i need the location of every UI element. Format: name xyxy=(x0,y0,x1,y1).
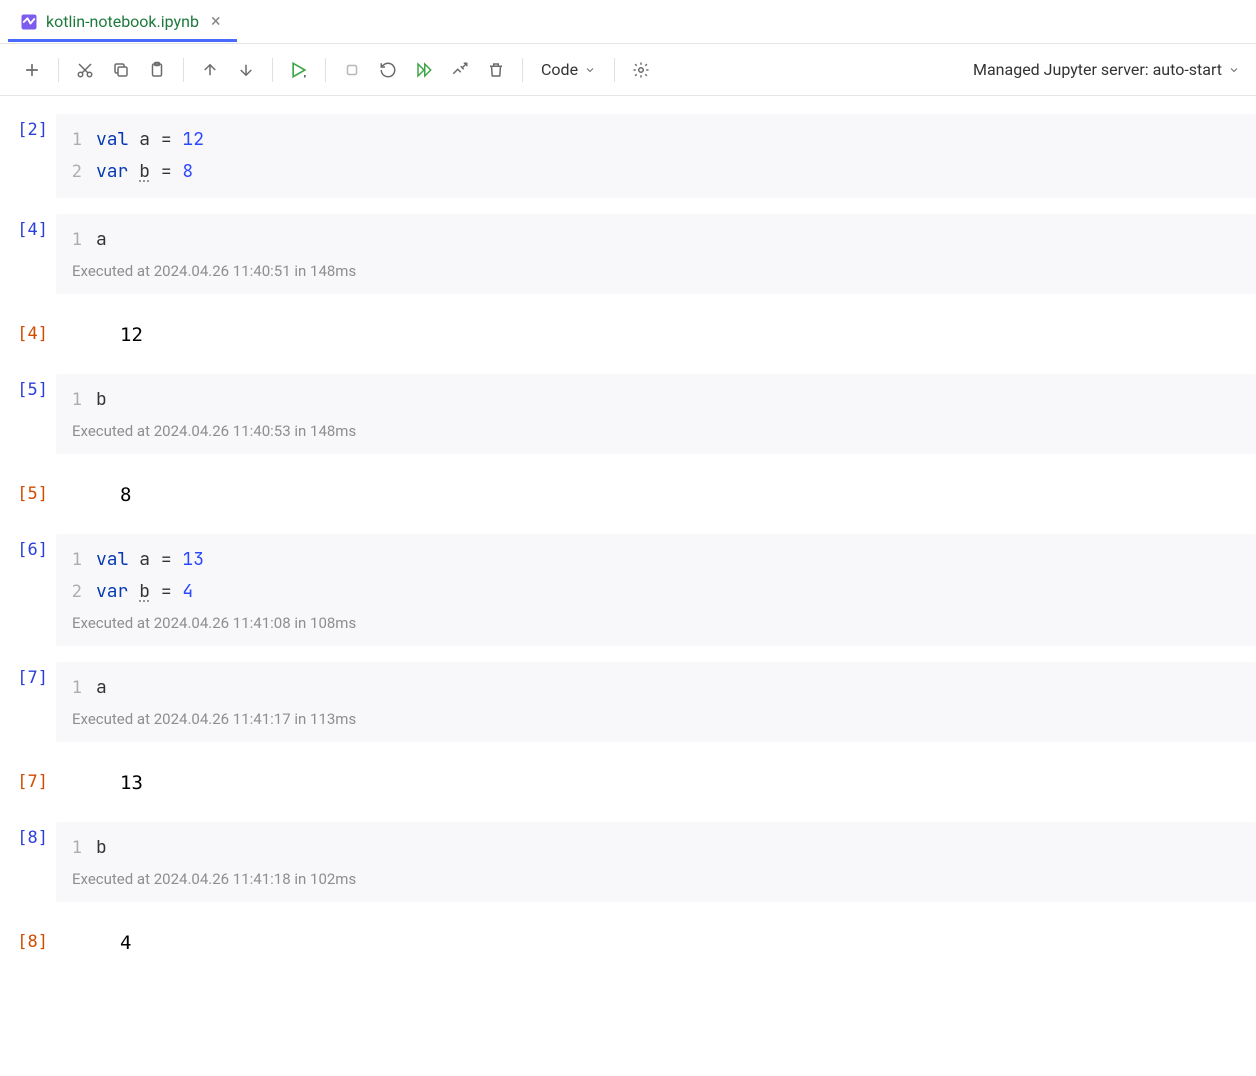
cell-body[interactable]: 1bExecuted at 2024.04.26 11:41:18 in 102… xyxy=(56,822,1256,902)
execution-metadata: Executed at 2024.04.26 11:40:51 in 148ms xyxy=(56,256,1256,284)
tab-kotlin-notebook[interactable]: kotlin-notebook.ipynb × xyxy=(8,2,237,41)
cell-body[interactable]: 1val a = 122var b = 8 xyxy=(56,114,1256,198)
line-number: 1 xyxy=(56,544,96,576)
cell-body[interactable]: 1val a = 132var b = 4Executed at 2024.04… xyxy=(56,534,1256,646)
separator xyxy=(522,58,523,82)
execution-metadata: Executed at 2024.04.26 11:41:17 in 113ms xyxy=(56,704,1256,732)
toolbar: Code Managed Jupyter server: auto-start xyxy=(0,44,1256,96)
output-value: 4 xyxy=(88,928,1240,954)
notebook-file-icon xyxy=(20,13,38,31)
line-number: 1 xyxy=(56,832,96,864)
tab-active-indicator xyxy=(8,39,237,42)
code-line[interactable]: 1b xyxy=(56,384,1256,416)
cell-body[interactable]: 1aExecuted at 2024.04.26 11:40:51 in 148… xyxy=(56,214,1256,294)
output-row: [8] 4 xyxy=(0,918,1256,964)
chevron-down-icon xyxy=(584,64,596,76)
input-prompt: [4] xyxy=(0,214,56,240)
input-prompt: [8] xyxy=(0,822,56,848)
separator xyxy=(325,58,326,82)
line-number: 1 xyxy=(56,672,96,704)
move-down-button[interactable] xyxy=(230,54,262,86)
restart-button[interactable] xyxy=(372,54,404,86)
code-cell[interactable]: [2]1val a = 122var b = 8 xyxy=(0,114,1256,198)
code-cell[interactable]: [4]1aExecuted at 2024.04.26 11:40:51 in … xyxy=(0,214,1256,294)
separator xyxy=(183,58,184,82)
code-content[interactable]: b xyxy=(96,384,1256,416)
cell-body[interactable]: 1aExecuted at 2024.04.26 11:41:17 in 113… xyxy=(56,662,1256,742)
code-content[interactable]: val a = 12 xyxy=(96,124,1256,156)
code-cell[interactable]: [6]1val a = 132var b = 4Executed at 2024… xyxy=(0,534,1256,646)
output-prompt: [5] xyxy=(0,470,56,504)
output-prompt: [7] xyxy=(0,758,56,792)
code-content[interactable]: a xyxy=(96,224,1256,256)
code-cell[interactable]: [5]1bExecuted at 2024.04.26 11:40:53 in … xyxy=(0,374,1256,454)
line-number: 1 xyxy=(56,224,96,256)
tab-bar: kotlin-notebook.ipynb × xyxy=(0,0,1256,44)
line-number: 2 xyxy=(56,576,96,608)
stop-button[interactable] xyxy=(336,54,368,86)
line-number: 1 xyxy=(56,384,96,416)
clear-outputs-button[interactable] xyxy=(444,54,476,86)
line-number: 1 xyxy=(56,124,96,156)
separator xyxy=(614,58,615,82)
code-cell[interactable]: [8]1bExecuted at 2024.04.26 11:41:18 in … xyxy=(0,822,1256,902)
code-line[interactable]: 2var b = 8 xyxy=(56,156,1256,188)
output-value: 8 xyxy=(88,480,1240,506)
code-content[interactable]: var b = 8 xyxy=(96,156,1256,188)
code-line[interactable]: 2var b = 4 xyxy=(56,576,1256,608)
separator xyxy=(58,58,59,82)
line-number: 2 xyxy=(56,156,96,188)
chevron-down-icon xyxy=(1228,64,1240,76)
run-all-button[interactable] xyxy=(408,54,440,86)
output-prompt: [8] xyxy=(0,918,56,952)
input-prompt: [5] xyxy=(0,374,56,400)
output-row: [4] 12 xyxy=(0,310,1256,356)
cell-type-select[interactable]: Code xyxy=(533,60,604,79)
code-line[interactable]: 1val a = 13 xyxy=(56,544,1256,576)
code-content[interactable]: b xyxy=(96,832,1256,864)
close-icon[interactable]: × xyxy=(207,13,225,31)
code-cell[interactable]: [7]1aExecuted at 2024.04.26 11:41:17 in … xyxy=(0,662,1256,742)
input-prompt: [7] xyxy=(0,662,56,688)
server-selector[interactable]: Managed Jupyter server: auto-start xyxy=(973,60,1240,79)
separator xyxy=(272,58,273,82)
input-prompt: [6] xyxy=(0,534,56,560)
code-line[interactable]: 1b xyxy=(56,832,1256,864)
code-line[interactable]: 1val a = 12 xyxy=(56,124,1256,156)
output-row: [7] 13 xyxy=(0,758,1256,804)
delete-cell-button[interactable] xyxy=(480,54,512,86)
code-line[interactable]: 1a xyxy=(56,224,1256,256)
code-content[interactable]: val a = 13 xyxy=(96,544,1256,576)
run-cell-button[interactable] xyxy=(283,54,315,86)
execution-metadata: Executed at 2024.04.26 11:41:18 in 102ms xyxy=(56,864,1256,892)
cut-button[interactable] xyxy=(69,54,101,86)
cell-type-label: Code xyxy=(541,60,578,79)
output-prompt: [4] xyxy=(0,310,56,344)
input-prompt: [2] xyxy=(0,114,56,140)
copy-button[interactable] xyxy=(105,54,137,86)
paste-button[interactable] xyxy=(141,54,173,86)
code-content[interactable]: a xyxy=(96,672,1256,704)
notebook-area: [2]1val a = 122var b = 8[4]1aExecuted at… xyxy=(0,96,1256,964)
output-value: 12 xyxy=(88,320,1240,346)
move-up-button[interactable] xyxy=(194,54,226,86)
execution-metadata: Executed at 2024.04.26 11:41:08 in 108ms xyxy=(56,608,1256,636)
settings-button[interactable] xyxy=(625,54,657,86)
cell-body[interactable]: 1bExecuted at 2024.04.26 11:40:53 in 148… xyxy=(56,374,1256,454)
execution-metadata: Executed at 2024.04.26 11:40:53 in 148ms xyxy=(56,416,1256,444)
output-row: [5] 8 xyxy=(0,470,1256,516)
code-line[interactable]: 1a xyxy=(56,672,1256,704)
output-value: 13 xyxy=(88,768,1240,794)
server-label: Managed Jupyter server: auto-start xyxy=(973,60,1222,79)
tab-title: kotlin-notebook.ipynb xyxy=(46,12,199,31)
toolbar-left: Code xyxy=(16,54,657,86)
code-content[interactable]: var b = 4 xyxy=(96,576,1256,608)
add-cell-button[interactable] xyxy=(16,54,48,86)
